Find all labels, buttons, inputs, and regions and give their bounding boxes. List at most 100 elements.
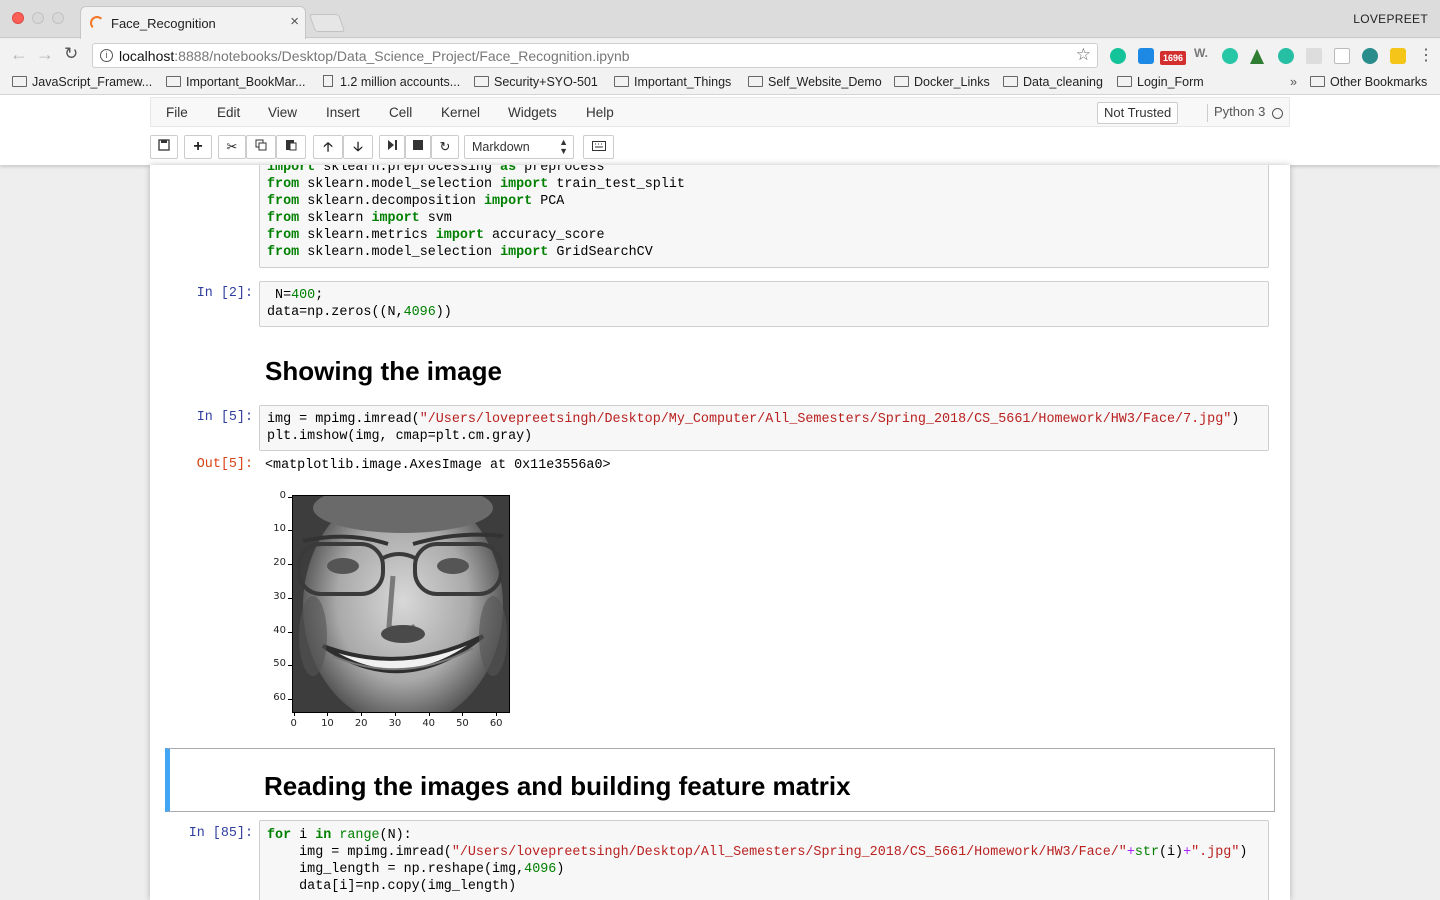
y-tick-mark (288, 699, 292, 701)
heading-showing-image: Showing the image (265, 356, 502, 386)
tab-close-icon[interactable]: × (290, 13, 299, 30)
code-cell-85[interactable]: for i in range(N): img = mpimg.imread("/… (259, 820, 1269, 900)
code-input[interactable]: N=400; data=np.zeros((N,4096)) (267, 287, 452, 321)
code-token: from (267, 211, 300, 226)
run-button[interactable] (379, 135, 405, 159)
code-token: 400 (291, 288, 316, 303)
insert-cell-button[interactable]: + (184, 135, 212, 159)
bookmark-folder[interactable]: Security+SYO-501 (474, 75, 598, 89)
cut-button[interactable]: ✂ (218, 135, 246, 159)
wikipedia-extension-icon[interactable]: W. (1194, 46, 1212, 62)
code-token: img = mpimg.imread( (267, 845, 452, 860)
url-text: localhost:8888/notebooks/Desktop/Data_Sc… (119, 48, 630, 64)
bookmark-folder[interactable]: Data_cleaning (1003, 75, 1103, 89)
code-token: plt.imshow(img, cmap=plt.cm.gray) (267, 429, 533, 444)
code-cell-5[interactable]: img = mpimg.imread("/Users/lovepreetsing… (259, 405, 1269, 451)
menu-edit[interactable]: Edit (217, 105, 240, 120)
menu-view[interactable]: View (268, 105, 297, 120)
code-line: data[i]=np.copy(img_length) (267, 878, 1247, 895)
y-tick-label: 0 (279, 489, 286, 501)
minimize-window-button[interactable] (32, 12, 44, 24)
extension-icon[interactable] (1278, 48, 1294, 64)
zoom-window-button[interactable] (52, 12, 64, 24)
x-tick-mark (293, 712, 295, 716)
menu-file[interactable]: File (166, 105, 188, 120)
bookmark-link[interactable]: 1.2 million accounts... (323, 75, 460, 89)
extension-icon[interactable] (1306, 48, 1322, 64)
code-token: preprocess (516, 165, 605, 175)
code-line: for i in range(N): (267, 827, 1247, 844)
save-button[interactable] (150, 135, 178, 159)
heading-reading-images: Reading the images and building feature … (264, 771, 851, 801)
extension-icon[interactable] (1138, 48, 1154, 64)
browser-tab[interactable]: Face_Recognition × (80, 6, 306, 39)
code-token: ) (1239, 845, 1248, 860)
code-token: train_test_split (548, 177, 685, 192)
address-bar[interactable]: i localhost:8888/notebooks/Desktop/Data_… (92, 43, 1098, 68)
extension-icon[interactable] (1362, 48, 1378, 64)
y-tick-mark (288, 496, 292, 498)
code-cell-imports[interactable]: import sklearn.preprocessing as preproce… (259, 165, 1269, 268)
forward-arrow-icon[interactable]: → (36, 44, 54, 65)
more-bookmarks-chevron[interactable]: » (1290, 75, 1297, 89)
menu-insert[interactable]: Insert (326, 105, 360, 120)
code-token: ".jpg" (1191, 845, 1240, 860)
bookmark-folder[interactable]: Important_BookMar... (166, 75, 306, 89)
copy-icon (255, 139, 267, 151)
tree-extension-icon[interactable] (1250, 49, 1264, 64)
close-window-button[interactable] (12, 12, 24, 24)
bookmark-star-icon[interactable]: ☆ (1076, 45, 1091, 65)
bookmark-folder[interactable]: Self_Website_Demo (748, 75, 882, 89)
command-palette-button[interactable] (583, 135, 614, 159)
restart-button[interactable]: ↻ (431, 135, 459, 159)
code-token: sklearn.metrics (299, 228, 436, 243)
chat-extension-icon[interactable] (1222, 48, 1238, 64)
code-token: sklearn (299, 211, 372, 226)
cell-type-select[interactable]: Markdown ▲ ▼ (464, 135, 574, 159)
input-prompt: In [85]: (188, 826, 253, 841)
new-tab-button[interactable] (308, 14, 346, 32)
code-token: in (315, 828, 332, 843)
menu-widgets[interactable]: Widgets (508, 105, 557, 120)
code-token: (N): (379, 828, 412, 843)
info-icon[interactable]: i (100, 49, 113, 62)
extension-icon[interactable] (1390, 48, 1406, 64)
code-token: GridSearchCV (548, 245, 653, 260)
menu-kernel[interactable]: Kernel (441, 105, 480, 120)
grammarly-extension-icon[interactable] (1110, 48, 1126, 64)
code-input[interactable]: for i in range(N): img = mpimg.imread("/… (267, 827, 1247, 895)
code-token: import (500, 245, 549, 260)
reload-icon[interactable]: ↻ (64, 44, 78, 64)
copy-button[interactable] (246, 135, 276, 159)
trust-status-indicator[interactable]: Not Trusted (1097, 102, 1179, 124)
back-arrow-icon[interactable]: ← (10, 44, 28, 65)
select-arrows-icon: ▲ ▼ (559, 137, 568, 156)
code-input[interactable]: import sklearn.preprocessing as preproce… (267, 165, 685, 261)
move-down-button[interactable]: 🡣 (343, 135, 373, 159)
menu-cell[interactable]: Cell (389, 105, 412, 120)
bookmark-folder[interactable]: Docker_Links (894, 75, 990, 89)
interrupt-button[interactable] (405, 135, 431, 159)
other-bookmarks-folder[interactable]: Other Bookmarks (1310, 75, 1427, 89)
code-token: from (267, 177, 300, 192)
bookmark-folder[interactable]: Login_Form (1117, 75, 1204, 89)
code-line: from sklearn.decomposition import PCA (267, 193, 685, 210)
paste-button[interactable] (276, 135, 306, 159)
browser-menu-icon[interactable]: ⋮ (1418, 45, 1434, 65)
x-tick-label: 50 (456, 718, 469, 729)
code-line: from sklearn.model_selection import Grid… (267, 244, 685, 261)
move-up-button[interactable]: 🡡 (313, 135, 343, 159)
code-token: img = mpimg.imread( (267, 412, 420, 427)
selected-markdown-cell[interactable]: Reading the images and building feature … (165, 748, 1275, 812)
code-input[interactable]: img = mpimg.imread("/Users/lovepreetsing… (267, 411, 1239, 445)
mail-count-badge[interactable]: 1696 (1160, 51, 1186, 65)
extension-icon[interactable] (1334, 48, 1350, 64)
menu-help[interactable]: Help (586, 105, 614, 120)
bookmark-folder[interactable]: Important_Things (614, 75, 731, 89)
bookmark-folder[interactable]: JavaScript_Framew... (12, 75, 152, 89)
folder-icon (12, 76, 27, 87)
code-cell-2[interactable]: N=400; data=np.zeros((N,4096)) (259, 281, 1269, 327)
profile-name[interactable]: LOVEPREET (1353, 12, 1428, 26)
y-tick-label: 10 (273, 523, 286, 535)
output-prompt: Out[5]: (196, 457, 253, 472)
